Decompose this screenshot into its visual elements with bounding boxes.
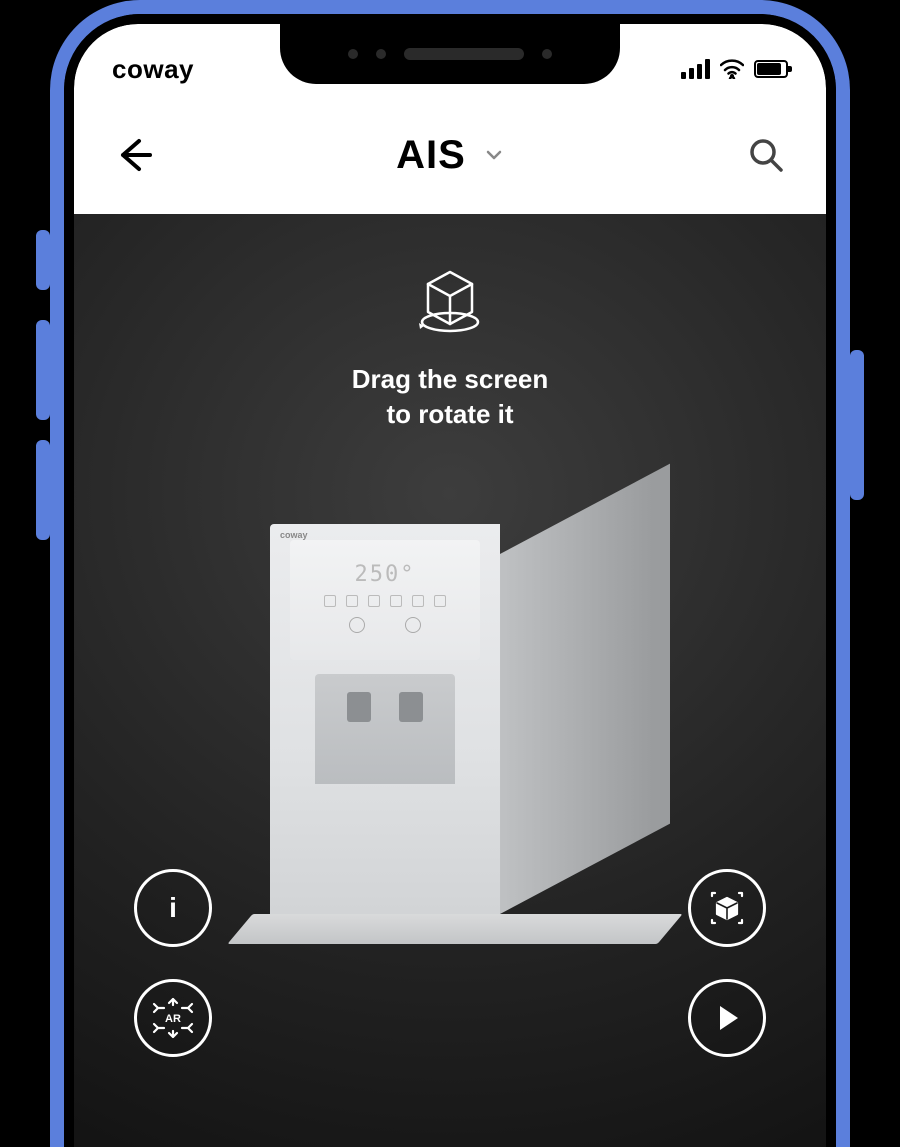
- notch-speaker: [404, 48, 524, 60]
- app-header: AIS: [74, 96, 826, 214]
- title-dropdown[interactable]: AIS: [396, 133, 504, 178]
- ar-label: AR: [165, 1013, 181, 1025]
- phone-mute-switch: [36, 230, 50, 290]
- cellular-signal-icon: [681, 59, 710, 79]
- rotate-cube-icon: [410, 264, 490, 344]
- ar-icon: AR: [148, 993, 198, 1043]
- product-option-row: [324, 595, 446, 607]
- ar-button[interactable]: AR: [134, 979, 212, 1057]
- rotate-hint: Drag the screen to rotate it: [74, 264, 826, 432]
- notch-sensor-dot-2: [542, 49, 552, 59]
- wifi-icon: [720, 59, 744, 79]
- view-3d-button[interactable]: [688, 869, 766, 947]
- product-render: coway 250°: [200, 484, 700, 984]
- play-icon: [710, 1001, 744, 1035]
- product-front-face: coway 250°: [270, 524, 500, 914]
- product-base-tray: [227, 914, 682, 944]
- phone-power-button: [850, 350, 864, 500]
- back-button[interactable]: [104, 125, 164, 185]
- search-button[interactable]: [736, 125, 796, 185]
- notch-sensor-dot: [348, 49, 358, 59]
- phone-bezel: coway: [64, 14, 836, 1147]
- product-display-readout: 250°: [355, 562, 416, 587]
- product-control-panel: 250°: [290, 540, 480, 660]
- arrow-left-icon: [114, 135, 154, 175]
- product-side-face: [500, 464, 670, 914]
- phone-frame: coway: [50, 0, 850, 1147]
- play-button[interactable]: [688, 979, 766, 1057]
- notch-camera-dot: [376, 49, 386, 59]
- product-brand-label: coway: [280, 530, 308, 540]
- phone-volume-down: [36, 440, 50, 540]
- product-3d-viewer[interactable]: Drag the screen to rotate it coway 250°: [74, 214, 826, 1147]
- chevron-down-icon: [484, 145, 504, 165]
- info-icon: i: [169, 892, 177, 924]
- search-icon: [746, 135, 786, 175]
- rotate-hint-text: Drag the screen to rotate it: [352, 362, 549, 432]
- info-button[interactable]: i: [134, 869, 212, 947]
- battery-icon: [754, 60, 788, 78]
- phone-notch: [280, 24, 620, 84]
- phone-screen: coway: [74, 24, 826, 1147]
- product-dispenser: [315, 674, 455, 784]
- rotate-hint-line1: Drag the screen: [352, 364, 549, 394]
- brand-logo: coway: [112, 54, 194, 85]
- status-icons: [681, 59, 788, 79]
- rotate-hint-line2: to rotate it: [386, 399, 513, 429]
- product-dispense-buttons: [349, 617, 421, 633]
- page-title: AIS: [396, 133, 466, 178]
- phone-volume-up: [36, 320, 50, 420]
- cube-frame-icon: [705, 886, 749, 930]
